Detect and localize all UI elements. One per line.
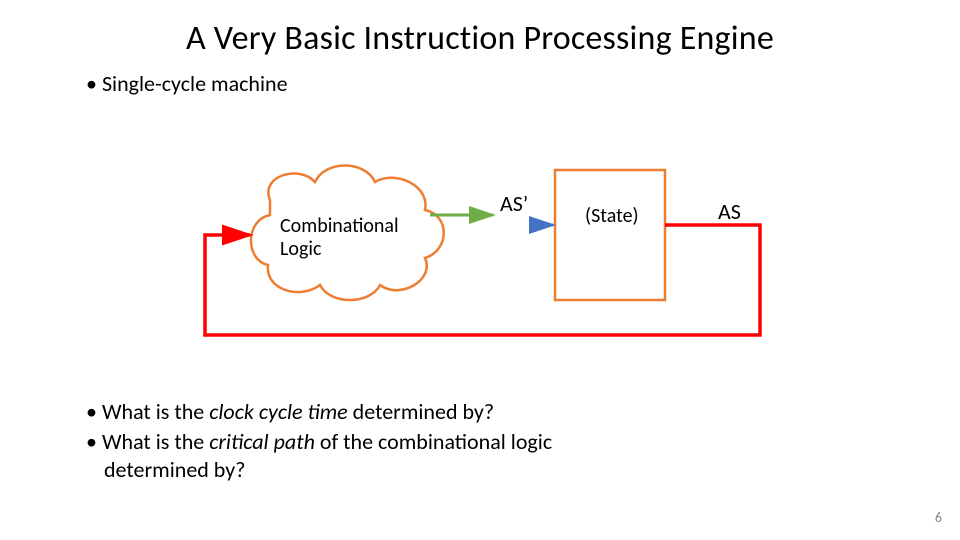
text-fragment: determined by? <box>348 398 494 425</box>
cloud-label-line1: Combinational <box>280 214 399 238</box>
text-fragment: What is the <box>102 398 209 425</box>
bullet-dot-icon: • <box>86 428 102 456</box>
as-label: AS <box>718 198 741 225</box>
state-label: (State) <box>585 204 639 228</box>
text-fragment: of the combinational logic <box>315 428 552 455</box>
bullet-dot-icon: • <box>86 70 102 98</box>
bullet-text: What is the critical path of the combina… <box>102 428 552 455</box>
bullet-critical-path: • What is the critical path of the combi… <box>86 428 552 483</box>
diagram-svg <box>150 140 810 360</box>
bullet-text-line2: determined by? <box>86 456 552 484</box>
bullet-text: Single-cycle machine <box>102 70 288 97</box>
bullet-text: What is the clock cycle time determined … <box>102 398 494 425</box>
bullet-clock-cycle: • What is the clock cycle time determine… <box>86 398 494 426</box>
as-prime-label: AS’ <box>500 190 528 217</box>
text-fragment: What is the <box>102 428 209 455</box>
bullet-single-cycle: • Single-cycle machine <box>86 70 288 98</box>
cloud-label: Combinational Logic <box>280 215 399 261</box>
page-title: A Very Basic Instruction Processing Engi… <box>0 18 960 59</box>
state-register <box>555 170 665 300</box>
cloud-label-line2: Logic <box>280 237 321 261</box>
page-number: 6 <box>935 509 942 526</box>
engine-diagram: Combinational Logic (State) AS’ AS <box>150 140 810 360</box>
emphasis-text: clock cycle time <box>209 398 347 425</box>
emphasis-text: critical path <box>209 428 315 455</box>
bullet-dot-icon: • <box>86 398 102 426</box>
